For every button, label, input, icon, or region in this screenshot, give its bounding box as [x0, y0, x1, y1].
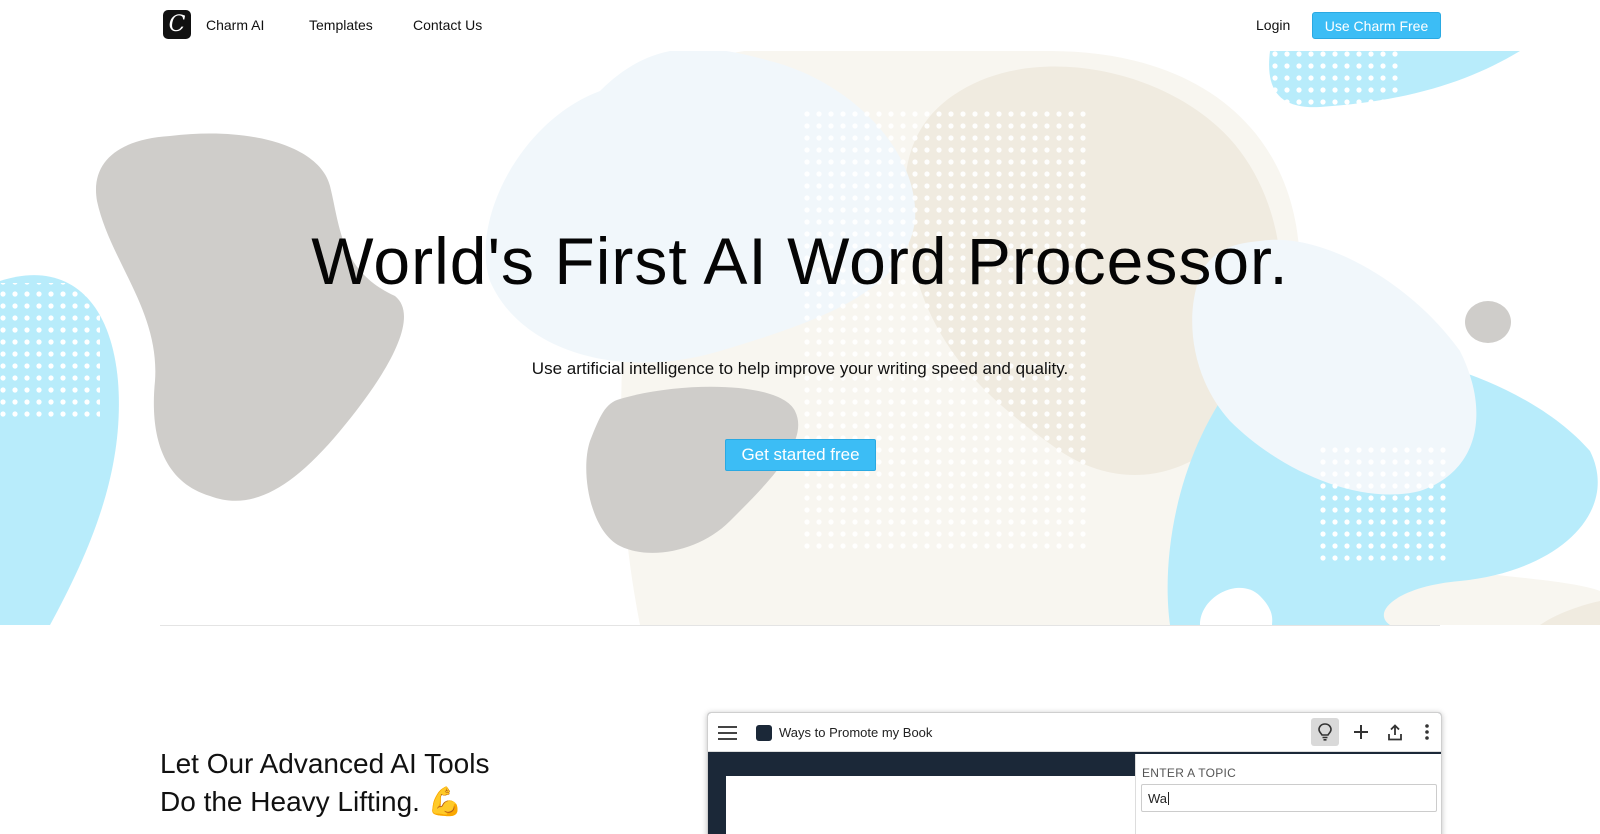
top-navbar: C Charm AI Templates Contact Us Login Us… — [0, 0, 1600, 51]
text-caret — [1168, 792, 1170, 805]
feature-title: Let Our Advanced AI Tools Do the Heavy L… — [160, 745, 489, 821]
more-icon[interactable] — [1413, 718, 1441, 746]
topic-label: ENTER A TOPIC — [1142, 766, 1237, 780]
hero-title: World's First AI Word Processor. — [311, 224, 1289, 298]
nav-brand-link[interactable]: Charm AI — [206, 17, 264, 33]
plus-icon[interactable] — [1347, 718, 1375, 746]
nav-login-link[interactable]: Login — [1256, 17, 1290, 33]
app-toolbar: Ways to Promote my Book — [708, 713, 1441, 752]
topic-input[interactable]: Wa — [1141, 784, 1437, 812]
dot-field-left — [0, 283, 100, 423]
hamburger-icon[interactable] — [718, 726, 737, 740]
nav-contact-link[interactable]: Contact Us — [413, 17, 482, 33]
topic-panel: ENTER A TOPIC Wa — [1135, 754, 1441, 834]
app-preview-window: Ways to Promote my Book ENTER A TOPIC Wa — [707, 712, 1442, 834]
feature-title-line1: Let Our Advanced AI Tools — [160, 748, 490, 779]
hero-subtitle: Use artificial intelligence to help impr… — [531, 359, 1069, 378]
feature-title-line2: Do the Heavy Lifting. — [160, 786, 420, 817]
gray-blob-left — [95, 133, 404, 501]
hero-background-blobs — [0, 51, 1600, 625]
lightbulb-icon[interactable] — [1311, 718, 1339, 746]
editor-page[interactable] — [726, 776, 1146, 834]
dot-field-center — [800, 111, 1090, 551]
document-icon — [756, 725, 772, 741]
section-divider — [160, 625, 1440, 626]
topic-input-value: Wa — [1148, 791, 1168, 806]
hero-section: World's First AI Word Processor. Use art… — [0, 51, 1600, 625]
use-charm-free-button[interactable]: Use Charm Free — [1312, 12, 1441, 39]
nav-templates-link[interactable]: Templates — [309, 17, 373, 33]
gray-blob-small — [1465, 301, 1511, 343]
document-title[interactable]: Ways to Promote my Book — [779, 725, 932, 740]
charm-logo-icon[interactable]: C — [163, 10, 191, 39]
get-started-button[interactable]: Get started free — [725, 439, 876, 471]
dot-field-right — [1315, 441, 1450, 561]
share-icon[interactable] — [1381, 718, 1409, 746]
flexed-biceps-icon: 💪 — [427, 786, 463, 817]
dot-field-top-right — [1240, 51, 1400, 106]
